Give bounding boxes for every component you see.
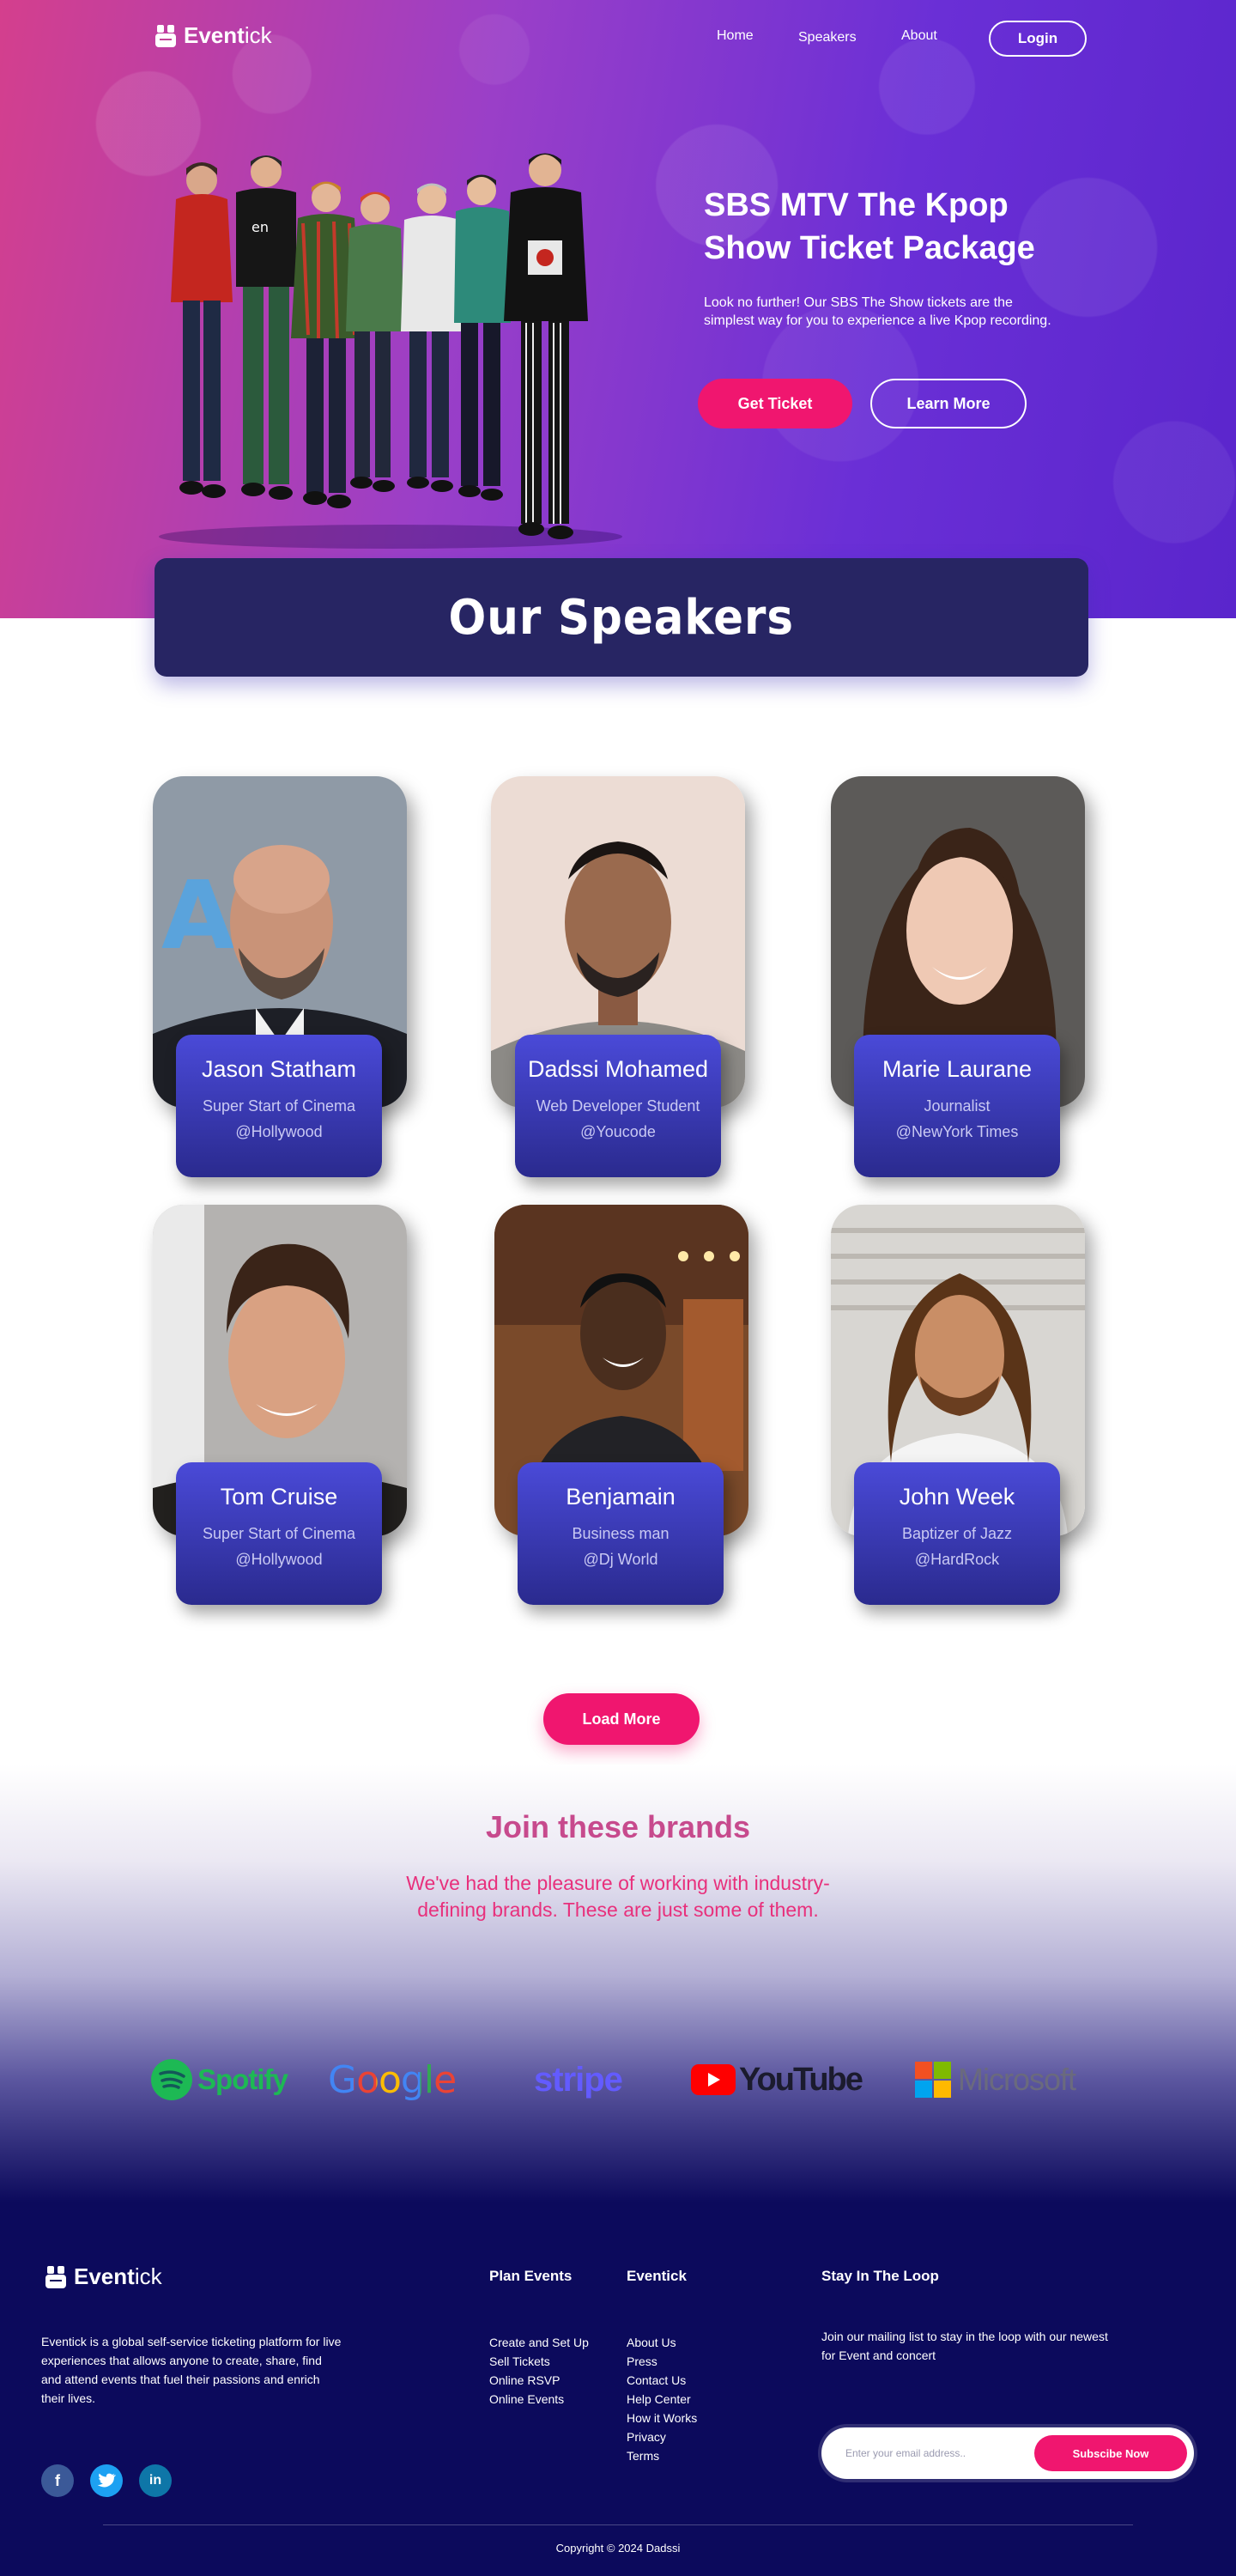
speakers-banner: Our Speakers <box>154 558 1088 677</box>
stripe-wordmark: stripe <box>534 2060 623 2099</box>
brands-subtitle: We've had the pleasure of working with i… <box>406 1872 830 1921</box>
speaker-info-panel: Jason Statham Super Start of Cinema @Hol… <box>176 1035 382 1177</box>
footer-link[interactable]: Contact Us <box>627 2371 697 2390</box>
stay-in-loop-title: Stay In The Loop <box>821 2268 939 2284</box>
copyright-text: Copyright © 2024 Dadssi <box>555 2542 681 2555</box>
speaker-role: Web Developer Student <box>536 1097 700 1115</box>
logo-text-bold: Event <box>184 22 245 48</box>
nav-speakers-link[interactable]: Speakers <box>798 30 857 46</box>
google-logo[interactable]: Google <box>328 2056 457 2104</box>
newsletter-form: Subscibe Now <box>821 2427 1194 2479</box>
site-logo[interactable]: Eventick <box>154 22 272 49</box>
svg-text:A: A <box>161 860 234 970</box>
footer-link[interactable]: Sell Tickets <box>489 2352 589 2371</box>
nav-home-link[interactable]: Home <box>717 28 754 44</box>
hero-description: Look no further! Our SBS The Show ticket… <box>704 295 1051 328</box>
logo-icon <box>45 2264 67 2290</box>
footer-divider <box>103 2524 1133 2525</box>
load-more-button[interactable]: Load More <box>543 1693 700 1745</box>
facebook-icon[interactable]: f <box>41 2464 74 2497</box>
speaker-handle: @Dj World <box>583 1551 658 1568</box>
speaker-role: Super Start of Cinema <box>202 1097 356 1115</box>
stripe-logo[interactable]: stripe <box>534 2056 623 2104</box>
microsoft-logo[interactable]: Microsoft <box>915 2056 1076 2104</box>
footer-logo-bold: Event <box>74 2263 135 2289</box>
footer-link[interactable]: Privacy <box>627 2427 697 2446</box>
logo-text-thin: ick <box>244 22 272 48</box>
footer-link[interactable]: Help Center <box>627 2390 697 2409</box>
speaker-name: Benjamain <box>566 1484 676 1510</box>
linkedin-icon[interactable]: in <box>139 2464 172 2497</box>
speaker-name: Jason Statham <box>201 1056 357 1082</box>
speaker-handle: @Hollywood <box>235 1123 323 1140</box>
email-input[interactable] <box>845 2442 1026 2464</box>
footer-description: Eventick is a global self-service ticket… <box>41 2335 342 2405</box>
get-ticket-button[interactable]: Get Ticket <box>698 379 852 428</box>
spotify-icon <box>151 2059 192 2100</box>
footer-link[interactable]: Create and Set Up <box>489 2333 589 2352</box>
youtube-wordmark: YouTube <box>739 2061 863 2098</box>
subscribe-button[interactable]: Subscibe Now <box>1034 2435 1187 2471</box>
microsoft-wordmark: Microsoft <box>958 2062 1076 2097</box>
nav-about-link[interactable]: About <box>901 28 937 44</box>
footer-link[interactable]: About Us <box>627 2333 697 2352</box>
footer-link[interactable]: Online Events <box>489 2390 589 2409</box>
newsletter-text: Join our mailing list to stay in the loo… <box>821 2330 1108 2362</box>
twitter-icon[interactable] <box>90 2464 123 2497</box>
youtube-logo[interactable]: YouTube <box>691 2056 863 2104</box>
speaker-info-panel: Dadssi Mohamed Web Developer Student @Yo… <box>515 1035 721 1177</box>
eventick-column-title: Eventick <box>627 2268 687 2284</box>
google-wordmark: Google <box>328 2057 457 2102</box>
footer-link[interactable]: Press <box>627 2352 697 2371</box>
login-button[interactable]: Login <box>989 21 1087 57</box>
speaker-role: Baptizer of Jazz <box>901 1525 1013 1542</box>
hero-group-image: en <box>150 146 631 550</box>
speaker-name: Tom Cruise <box>220 1484 338 1510</box>
spotify-logo[interactable]: Spotify <box>149 2056 288 2104</box>
speaker-info-panel: Marie Laurane Journalist @NewYork Times <box>854 1035 1060 1177</box>
learn-more-button[interactable]: Learn More <box>870 379 1027 428</box>
footer-logo-thin: ick <box>134 2263 162 2289</box>
hero-title: SBS MTV The Kpop Show Ticket Package <box>704 187 1035 266</box>
youtube-play-icon <box>691 2064 736 2095</box>
footer-logo[interactable]: Eventick <box>45 2263 162 2290</box>
spotify-wordmark: Spotify <box>197 2063 288 2095</box>
plan-events-list: Create and Set Up Sell Tickets Online RS… <box>489 2333 589 2409</box>
brands-title: Join these brands <box>485 1809 751 1844</box>
speaker-name: Marie Laurane <box>882 1056 1033 1082</box>
speaker-name: John Week <box>899 1484 1015 1510</box>
speaker-name: Dadssi Mohamed <box>527 1056 709 1082</box>
speaker-role: Super Start of Cinema <box>202 1525 356 1542</box>
speaker-handle: @HardRock <box>914 1551 1000 1568</box>
eventick-list: About Us Press Contact Us Help Center Ho… <box>627 2333 697 2465</box>
speaker-role: Journalist <box>924 1097 991 1115</box>
speaker-info-panel: Tom Cruise Super Start of Cinema @Hollyw… <box>176 1462 382 1605</box>
speaker-info-panel: John Week Baptizer of Jazz @HardRock <box>854 1462 1060 1605</box>
footer-link[interactable]: Online RSVP <box>489 2371 589 2390</box>
logo-icon <box>154 23 177 49</box>
speaker-info-panel: Benjamain Business man @Dj World <box>518 1462 724 1605</box>
speaker-handle: @NewYork Times <box>895 1123 1019 1140</box>
plan-events-title: Plan Events <box>489 2268 573 2284</box>
speaker-handle: @Hollywood <box>235 1551 323 1568</box>
speaker-handle: @Youcode <box>580 1123 656 1140</box>
speakers-title: Our Speakers <box>448 589 795 646</box>
microsoft-icon <box>915 2062 951 2098</box>
speaker-role: Business man <box>572 1525 670 1542</box>
svg-text:en: en <box>251 219 269 235</box>
footer-link[interactable]: How it Works <box>627 2409 697 2427</box>
footer-link[interactable]: Terms <box>627 2446 697 2465</box>
